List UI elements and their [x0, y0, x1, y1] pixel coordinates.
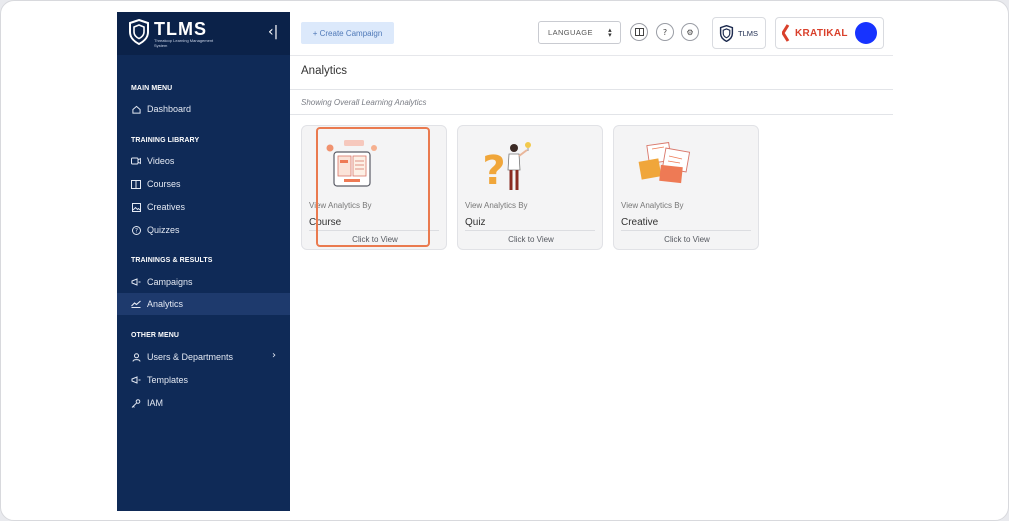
card-type: Quiz [465, 217, 486, 228]
sidebar-item-templates[interactable]: Templates [117, 369, 290, 391]
creative-illustration-icon [638, 142, 691, 184]
sidebar-item-dashboard[interactable]: Dashboard [117, 98, 290, 120]
top-bar: + Create Campaign LANGUAGE ▴ ▾ ? ⚙ TLMS K… [290, 12, 893, 56]
quiz-illustration-icon: ? [482, 142, 531, 194]
sidebar-item-label: Users & Departments [147, 352, 234, 362]
language-select-label: LANGUAGE [548, 28, 593, 37]
divider [290, 114, 893, 115]
course-illustration-icon [326, 140, 377, 187]
brand-name: TLMS [154, 19, 207, 39]
book-icon [131, 179, 141, 189]
divider [290, 89, 893, 90]
org-switch-tlms[interactable]: TLMS [712, 17, 766, 49]
quiz-icon: ? [131, 225, 141, 235]
sidebar-item-courses[interactable]: Courses [117, 173, 290, 195]
app-window: TLMS Threatcop Learning Management Syste… [0, 0, 1009, 521]
click-to-view-link[interactable]: Click to View [458, 235, 604, 244]
section-training-library: TRAINING LIBRARY [131, 137, 200, 144]
sidebar-item-label: Analytics [147, 299, 184, 309]
sidebar-item-videos[interactable]: Videos [117, 150, 290, 172]
create-campaign-button[interactable]: + Create Campaign [301, 22, 394, 44]
click-to-view-link[interactable]: Click to View [614, 235, 760, 244]
sidebar-item-label: Campaigns [147, 277, 193, 287]
sidebar-item-label: IAM [147, 398, 164, 408]
org-switch-kratikal[interactable]: KRATIKAL [775, 17, 884, 49]
book-icon[interactable] [630, 23, 648, 41]
collapse-sidebar-button[interactable]: ‹| [268, 24, 278, 40]
gear-icon[interactable]: ⚙ [681, 23, 699, 41]
sidebar-item-creatives[interactable]: Creatives [117, 196, 290, 218]
template-icon [131, 375, 141, 385]
card-caption: View Analytics By [621, 201, 684, 210]
card-divider [309, 230, 439, 231]
analytics-card-creative[interactable]: View Analytics By Creative Click to View [613, 125, 759, 250]
megaphone-icon [131, 277, 141, 287]
sidebar-item-quizzes[interactable]: ? Quizzes [117, 219, 290, 241]
card-caption: View Analytics By [309, 201, 372, 210]
sidebar-item-campaigns[interactable]: Campaigns [117, 271, 290, 293]
sidebar-item-label: Quizzes [147, 225, 180, 235]
sidebar-item-label: Videos [147, 156, 175, 166]
shield-logo-icon [129, 19, 149, 45]
section-trainings-results: TRAININGS & RESULTS [131, 257, 213, 264]
sidebar: TLMS Threatcop Learning Management Syste… [117, 12, 290, 511]
sidebar-item-users-departments[interactable]: Users & Departments › [117, 346, 290, 368]
chart-icon [131, 299, 141, 309]
analytics-card-course[interactable]: View Analytics By Course Click to View [301, 125, 447, 250]
section-other-menu: OTHER MENU [131, 332, 180, 339]
image-icon [131, 202, 141, 212]
card-divider [621, 230, 751, 231]
key-icon [131, 398, 141, 408]
users-icon [131, 352, 141, 362]
language-select[interactable]: LANGUAGE ▴ ▾ [538, 21, 621, 44]
analytics-card-quiz[interactable]: ? View Analytics By Quiz Click to View [457, 125, 603, 250]
section-main-menu: MAIN MENU [131, 85, 173, 92]
video-icon [131, 156, 141, 166]
click-to-view-link[interactable]: Click to View [302, 235, 448, 244]
org-tlms-label: TLMS [738, 28, 759, 38]
page-title: Analytics [301, 65, 348, 77]
svg-text:?: ? [134, 227, 137, 234]
help-icon[interactable]: ? [656, 23, 674, 41]
kratikal-logo-text: KRATIKAL [795, 27, 848, 39]
select-arrows-icon: ▴ ▾ [608, 26, 612, 39]
brand-tagline: Threatcop Learning Management System [154, 38, 214, 48]
card-type: Creative [621, 217, 659, 228]
page-subtitle: Showing Overall Learning Analytics [301, 98, 427, 107]
card-caption: View Analytics By [465, 201, 528, 210]
card-divider [465, 230, 595, 231]
sidebar-item-iam[interactable]: IAM [117, 392, 290, 414]
kratikal-logo-icon [782, 24, 790, 42]
card-type: Course [309, 217, 342, 228]
avatar[interactable] [855, 22, 877, 44]
sidebar-item-label: Creatives [147, 202, 186, 212]
sidebar-item-label: Dashboard [147, 104, 192, 114]
sidebar-item-label: Templates [147, 375, 189, 385]
brand-header: TLMS Threatcop Learning Management Syste… [117, 12, 290, 55]
shield-logo-icon [719, 24, 734, 42]
svg-text:?: ? [482, 148, 505, 194]
sidebar-item-label: Courses [147, 179, 181, 189]
home-icon [131, 104, 141, 114]
chevron-right-icon: › [272, 350, 276, 361]
sidebar-item-analytics[interactable]: Analytics [117, 293, 290, 315]
